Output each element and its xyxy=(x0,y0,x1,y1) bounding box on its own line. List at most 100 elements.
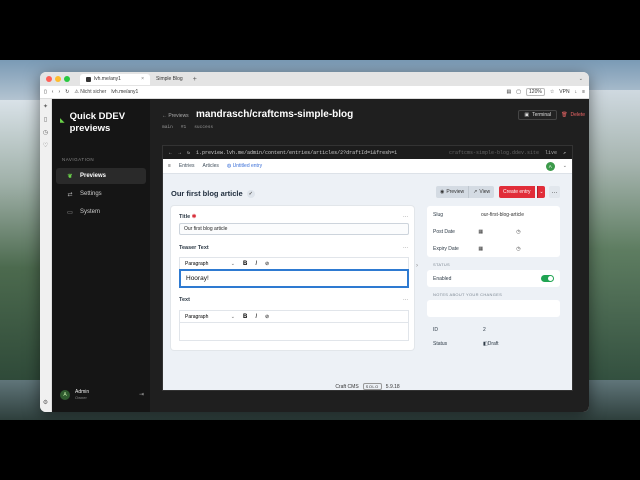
vpn-badge[interactable]: VPN xyxy=(559,89,569,95)
clock-icon[interactable]: ◷ xyxy=(516,246,554,252)
chevron-right-icon[interactable]: › xyxy=(416,263,418,269)
slug-input[interactable]: our-first-blog-article xyxy=(481,212,524,218)
address-bar[interactable]: lvh.me/any1 xyxy=(111,89,138,95)
download-icon[interactable]: ↓ xyxy=(575,89,578,95)
field-actions-icon[interactable]: ··· xyxy=(403,214,408,220)
user-menu[interactable]: A Admin Owner ⇥ xyxy=(60,389,144,400)
terminal-button[interactable]: ▣ Terminal xyxy=(518,110,557,120)
settings-icon[interactable]: ⚙ xyxy=(43,399,48,406)
window-controls xyxy=(46,76,70,82)
browser-tab[interactable]: Simple Blog xyxy=(150,74,189,85)
back-icon[interactable]: ‹ xyxy=(52,89,54,95)
preview-urlbar: ← → ↻ 1.preview.lvh.me/admin/content/ent… xyxy=(163,146,572,159)
craft-header: ≡ Entries Articles ◍ Untitled entry A ⌄ xyxy=(163,159,572,174)
terminal-icon: ▣ xyxy=(524,112,530,118)
browser-window: lvh.me/any1 × Simple Blog + ⌄ ▯ ‹ › ↻ ⚠ … xyxy=(40,72,589,412)
bold-icon[interactable]: B xyxy=(243,314,247,320)
notes-heading: NOTES ABOUT YOUR CHANGES xyxy=(433,292,503,297)
ddev-main: ← Previews mandrasch/craftcms-simple-blo… xyxy=(150,99,589,412)
live-label: live xyxy=(544,149,557,156)
bold-icon[interactable]: B xyxy=(243,261,247,267)
close-window-button[interactable] xyxy=(46,76,52,82)
bookmark-icon[interactable]: ▢ xyxy=(516,89,521,95)
breadcrumb[interactable]: ← Previews xyxy=(162,113,189,119)
slug-row: Slug our-first-blog-article xyxy=(433,206,554,223)
preview-view-group: ◉ Preview ↗ View xyxy=(436,186,495,198)
sidebar-item-settings[interactable]: ⇄ Settings xyxy=(56,186,146,202)
entry-title: Our first blog article ✓ xyxy=(171,189,255,198)
calendar-icon[interactable]: ▦ xyxy=(478,229,516,235)
crumb-articles[interactable]: Articles xyxy=(202,163,218,169)
heart-icon[interactable]: ♡ xyxy=(43,142,48,149)
page-title: mandrasch/craftcms-simple-blog xyxy=(196,109,354,120)
edition-badge: SOLO xyxy=(362,383,382,390)
zoom-indicator[interactable]: 120% xyxy=(526,88,545,96)
sidebar-item-system[interactable]: ▭ System xyxy=(56,204,146,220)
craft-footer: Craft CMS SOLO 5.9.18 xyxy=(163,383,572,390)
post-date-label: Post Date xyxy=(433,228,455,235)
reload-icon[interactable]: ↻ xyxy=(187,150,190,156)
link-icon[interactable]: ⊘ xyxy=(265,314,269,320)
new-tab-icon[interactable]: + xyxy=(193,76,197,83)
chevron-down-icon[interactable]: ⌄ xyxy=(563,163,567,169)
post-date-row: Post Date ▦ ◷ xyxy=(433,223,554,240)
pr-number[interactable]: #1 xyxy=(181,125,186,130)
sidebar-item-previews[interactable]: ❦ Previews xyxy=(56,168,146,184)
paragraph-label: Paragraph xyxy=(185,313,209,320)
clock-icon[interactable]: ◷ xyxy=(516,229,554,235)
save-page-icon[interactable]: ▤ xyxy=(507,89,512,95)
enabled-toggle[interactable] xyxy=(541,275,554,282)
field-actions-icon[interactable]: ··· xyxy=(403,245,408,251)
reload-icon[interactable]: ↻ xyxy=(65,89,69,95)
close-tab-icon[interactable]: × xyxy=(141,76,144,82)
preview-button[interactable]: ◉ Preview xyxy=(436,186,469,198)
delete-button[interactable]: 🗑 Delete xyxy=(561,110,585,120)
status-label: Status xyxy=(433,341,448,347)
title-input[interactable]: Our first blog article xyxy=(179,223,409,235)
forward-icon[interactable]: → xyxy=(178,150,181,156)
notes-icon[interactable]: ▯ xyxy=(44,116,47,123)
create-entry-button[interactable]: Create entry xyxy=(499,186,535,198)
sidebar-toggle-icon[interactable]: ▯ xyxy=(44,89,47,95)
italic-icon[interactable]: I xyxy=(255,314,257,320)
menu-icon[interactable]: ≡ xyxy=(582,89,585,95)
clock-icon[interactable]: ◷ xyxy=(43,129,48,136)
tab-list-icon[interactable]: ⌄ xyxy=(579,76,583,82)
delete-label: Delete xyxy=(570,112,585,118)
field-actions-icon[interactable]: ··· xyxy=(403,297,408,303)
view-button[interactable]: ↗ View xyxy=(468,186,495,198)
ai-icon[interactable]: ✦ xyxy=(43,103,48,110)
notes-input[interactable] xyxy=(427,300,560,317)
more-icon[interactable]: … xyxy=(549,186,560,198)
text-editor[interactable] xyxy=(179,322,409,341)
preview-url[interactable]: 1.preview.lvh.me/admin/content/entries/a… xyxy=(196,150,397,156)
crumb-entries[interactable]: Entries xyxy=(179,163,195,169)
calendar-icon[interactable]: ▦ xyxy=(478,246,516,252)
paragraph-select[interactable]: Paragraph ⌄ xyxy=(185,261,235,267)
link-icon[interactable]: ⊘ xyxy=(265,261,269,267)
security-indicator[interactable]: ⚠ Nicht sicher xyxy=(74,89,106,95)
avatar[interactable]: A xyxy=(545,161,555,171)
text-label: Text xyxy=(179,297,190,303)
logout-icon[interactable]: ⇥ xyxy=(139,391,144,398)
hamburger-icon[interactable]: ≡ xyxy=(168,163,171,169)
chevron-down-icon[interactable]: ⌄ xyxy=(537,186,545,198)
open-external-icon[interactable]: ↗ xyxy=(563,150,566,156)
back-icon[interactable]: ← xyxy=(169,150,172,156)
version-label: 5.9.18 xyxy=(385,383,400,390)
star-icon[interactable]: ☆ xyxy=(550,89,554,95)
external-link-icon: ↗ xyxy=(473,189,478,195)
title-label: Title ✱ xyxy=(179,214,196,220)
crumb-untitled-entry[interactable]: ◍ Untitled entry xyxy=(227,163,262,169)
maximize-window-button[interactable] xyxy=(64,76,70,82)
forward-icon[interactable]: › xyxy=(58,89,60,95)
status-value: Draft xyxy=(487,341,499,347)
teaser-editor[interactable]: Hooray! xyxy=(179,269,409,288)
paragraph-select[interactable]: Paragraph ⌄ xyxy=(185,314,235,320)
browser-tab-active[interactable]: lvh.me/any1 × xyxy=(80,73,150,85)
enabled-label: Enabled xyxy=(433,275,452,282)
id-value: 2 xyxy=(483,327,486,333)
italic-icon[interactable]: I xyxy=(255,261,257,267)
minimize-window-button[interactable] xyxy=(55,76,61,82)
id-row: ID 2 xyxy=(427,323,560,337)
